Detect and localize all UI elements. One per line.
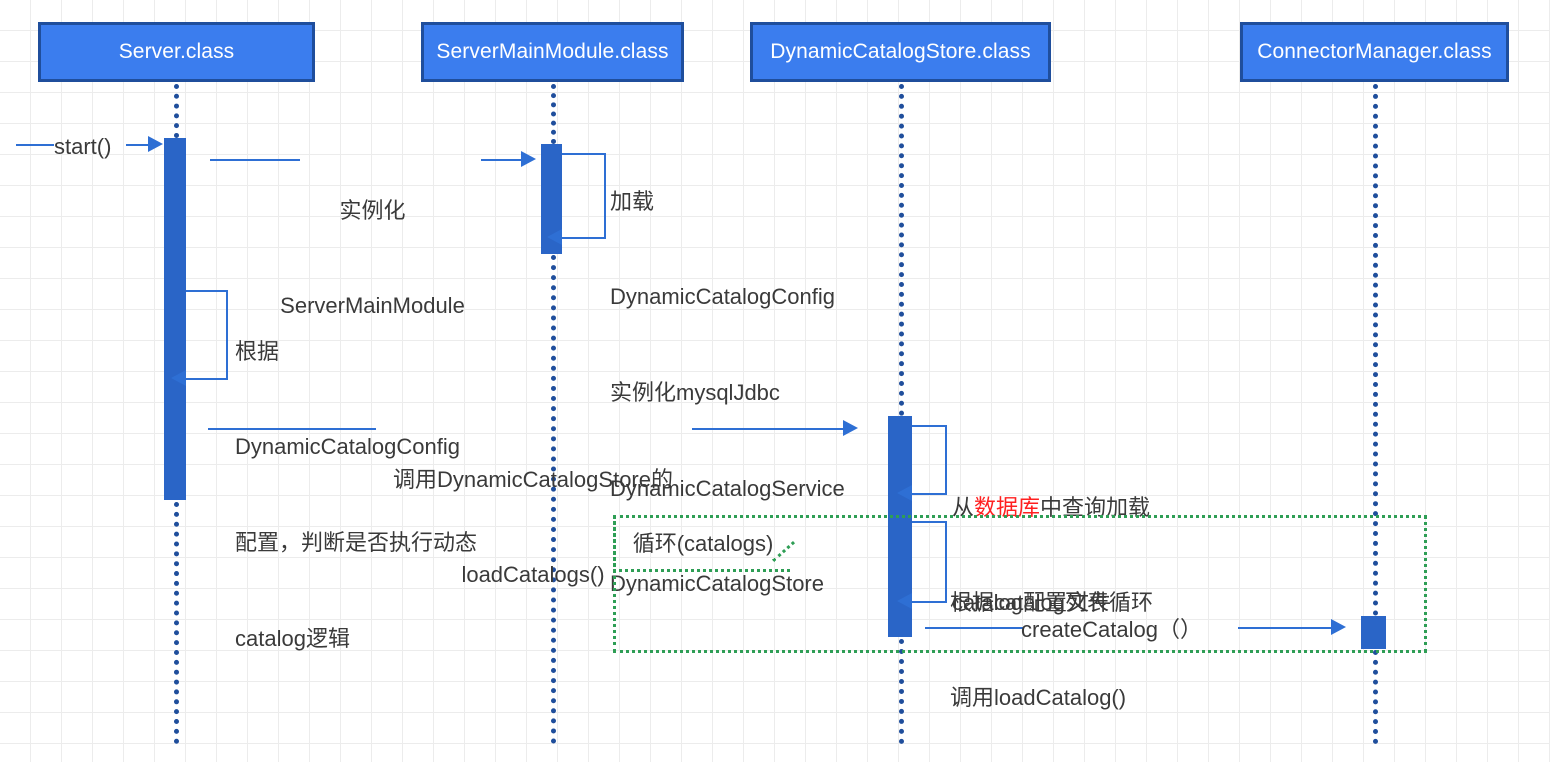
message-instantiate-mainmodule-arrowhead xyxy=(521,151,536,167)
message-load-catalogs-line-left xyxy=(208,428,376,430)
lifeline-dynamic-catalog-store-upper xyxy=(899,84,904,416)
message-create-catalog-arrowhead xyxy=(1331,619,1346,635)
lifeline-server-upper xyxy=(174,84,179,138)
message-loop-loadcatalog-arrowhead xyxy=(897,593,912,609)
message-loop-loadcatalog-bracket xyxy=(912,521,947,603)
participant-server[interactable]: Server.class xyxy=(38,22,315,82)
message-start-arrowhead xyxy=(148,136,163,152)
message-server-self-bracket xyxy=(186,290,228,380)
lifeline-dynamic-catalog-store-lower xyxy=(899,639,904,744)
message-start-line-right xyxy=(126,144,148,146)
message-server-self-arrowhead xyxy=(171,370,186,386)
message-start-label: start() xyxy=(54,131,111,163)
activation-server xyxy=(164,138,186,500)
message-mainmodule-self-bracket xyxy=(562,153,606,239)
participant-connector-manager[interactable]: ConnectorManager.class xyxy=(1240,22,1509,82)
lifeline-server-main-module-upper xyxy=(551,84,556,144)
server-self-line-1: 根据 xyxy=(235,336,477,368)
sequence-diagram-canvas: Server.class ServerMainModule.class Dyna… xyxy=(0,0,1550,762)
mainmodule-self-line-1: 加载 xyxy=(610,186,845,218)
message-create-catalog-line-right xyxy=(1238,627,1331,629)
message-start-line-left xyxy=(16,144,54,146)
loop-fragment-label: 循环(catalogs) xyxy=(633,526,774,558)
message-create-catalog-line-left xyxy=(925,627,1023,629)
participant-dynamic-catalog-store[interactable]: DynamicCatalogStore.class xyxy=(750,22,1051,82)
message-query-db-bracket xyxy=(912,425,947,495)
message-create-catalog-label: createCatalog（） xyxy=(1021,614,1202,646)
message-load-catalogs-label-line1: 调用DynamicCatalogStore的 xyxy=(374,464,692,496)
message-loop-loadcatalog-label-line2: 调用loadCatalog() xyxy=(950,682,1153,714)
message-instantiate-mainmodule-line-right xyxy=(481,159,521,161)
loop-fragment-label-box: 循环(catalogs) xyxy=(613,515,790,572)
lifeline-connector-manager-lower xyxy=(1373,650,1378,744)
mainmodule-self-line-2: DynamicCatalogConfig xyxy=(610,281,845,313)
participant-server-main-module[interactable]: ServerMainModule.class xyxy=(421,22,684,82)
lifeline-server-lower xyxy=(174,502,179,744)
message-load-catalogs-line-right xyxy=(692,428,843,430)
message-load-catalogs-arrowhead xyxy=(843,420,858,436)
message-mainmodule-self-arrowhead xyxy=(547,229,562,245)
message-instantiate-mainmodule-label-line1: 实例化 xyxy=(265,195,480,227)
message-query-db-arrowhead xyxy=(897,485,912,501)
